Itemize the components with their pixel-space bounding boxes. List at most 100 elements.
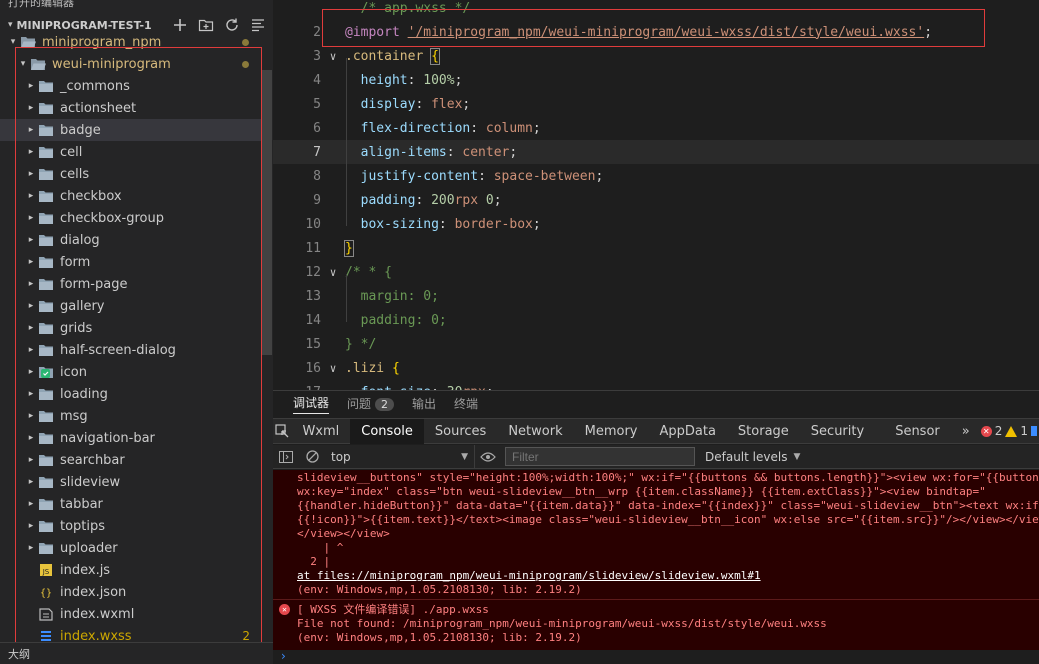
code-editor[interactable]: /* app.wxss */ 2 @import '/miniprogram_npm… (273, 0, 1039, 390)
code-line: /* app.wxss */ (273, 0, 1039, 20)
console-error-line: wx:key="index" class="btn weui-slideview… (297, 485, 986, 498)
console-toolbar: top ▼ Default levels ▼ (273, 444, 1039, 469)
code-token: ; (595, 168, 604, 184)
open-editors-header[interactable]: 打开的编辑器 (0, 0, 74, 10)
tree-item-label: cells (60, 166, 90, 182)
devtools-tab[interactable]: Memory (574, 419, 649, 444)
message-divider (273, 599, 1039, 600)
tree-folder-item[interactable]: ▸ checkbox-group (0, 207, 262, 229)
tree-folder-item[interactable]: ▸ _commons (0, 75, 262, 97)
devtools-tab[interactable]: Security (800, 419, 875, 444)
code-token: rpx (454, 192, 486, 208)
tree-folder-item[interactable]: ▸ gallery (0, 295, 262, 317)
chevron-right-icon: ▸ (28, 345, 34, 355)
console-error-line: (env: Windows,mp,1.05.2108130; lib: 2.19… (297, 583, 582, 596)
clear-console-icon[interactable] (299, 450, 325, 463)
code-line: 3 ∨ .container { (273, 44, 1039, 68)
panel-tab[interactable]: 终端 (454, 395, 478, 412)
explorer-scrollbar[interactable] (262, 70, 272, 355)
devtools-tab[interactable]: Storage (727, 419, 800, 444)
devtools-tab[interactable]: Sources (424, 419, 497, 444)
chevron-right-icon: ▸ (28, 301, 34, 311)
code-line: 7 align-items: center; (273, 140, 1039, 164)
tree-item-label: _commons (60, 78, 130, 94)
panel-tab[interactable]: 输出 (412, 395, 436, 412)
tree-folder-item[interactable]: ▸ icon (0, 361, 262, 383)
devtools-tab[interactable]: Wxml (291, 419, 350, 444)
tree-folder-item[interactable]: ▸ navigation-bar (0, 427, 262, 449)
fold-chevron-icon[interactable]: ∨ (321, 50, 345, 63)
console-filter-input[interactable] (505, 447, 695, 466)
context-select[interactable]: top ▼ (325, 444, 475, 469)
tree-folder-item[interactable]: ▸ msg (0, 405, 262, 427)
sidebar-toggle-icon[interactable] (273, 450, 299, 463)
code-token: } */ (345, 336, 377, 352)
chevron-right-icon: ▸ (28, 543, 34, 553)
caret-down-icon: ▼ (461, 451, 468, 462)
tree-folder-item[interactable]: ▸ slideview (0, 471, 262, 493)
line-number: 5 (313, 96, 321, 112)
tree-folder-item[interactable]: ▸ form-page (0, 273, 262, 295)
issue-counters[interactable]: ✕ 2 1 (980, 424, 1039, 438)
bottom-panel: 调试器 问题 2 输出 终端 Wxml Console Sources Network Memo… (273, 390, 1039, 664)
console-prompt[interactable]: › (273, 650, 1039, 664)
tree-folder-item[interactable]: ▸ toptips (0, 515, 262, 537)
tree-folder-item[interactable]: ▸ cell (0, 141, 262, 163)
code-line: 2 @import '/miniprogram_npm/weui-miniprog… (273, 20, 1039, 44)
devtools-tab[interactable]: Console (350, 418, 424, 444)
tree-item-label: navigation-bar (60, 430, 155, 446)
console-error-line: </view></view> (297, 527, 390, 540)
tree-folder-item[interactable]: ▸ uploader (0, 537, 262, 559)
console-output[interactable]: slideview__buttons" style="height:100%;w… (273, 470, 1039, 650)
log-levels-dropdown[interactable]: Default levels ▼ (705, 450, 800, 464)
outline-header[interactable]: 大纲 (0, 642, 273, 664)
tree-folder-item[interactable]: ▸ grids (0, 317, 262, 339)
fold-chevron-icon[interactable]: ∨ (321, 266, 345, 279)
tree-folder-item[interactable]: ▸ checkbox (0, 185, 262, 207)
tree-folder-item[interactable]: ▾ weui-miniprogram (0, 53, 262, 75)
tree-folder-item[interactable]: ▸ actionsheet (0, 97, 262, 119)
chevron-right-icon: ▸ (28, 279, 34, 289)
chevron-down-icon: ▾ (10, 37, 16, 47)
tree-folder-item[interactable]: ▸ dialog (0, 229, 262, 251)
tree-file-item[interactable]: {} index.json (0, 581, 262, 603)
eye-icon[interactable] (475, 451, 501, 462)
code-token: ; (493, 192, 502, 208)
tree-item-label: miniprogram_npm (42, 34, 162, 50)
project-name: MINIPROGRAM-TEST-1 (16, 18, 152, 32)
file-explorer: 打开的编辑器 ▾ MINIPROGRAM-TEST-1 ▾ miniprogram… (0, 0, 273, 664)
code-line: 5 display: flex; (273, 92, 1039, 116)
tree-folder-item[interactable]: ▸ form (0, 251, 262, 273)
tree-folder-item[interactable]: ▸ searchbar (0, 449, 262, 471)
tree-folder-item[interactable]: ▸ tabbar (0, 493, 262, 515)
panel-tab[interactable]: 调试器 (293, 394, 330, 414)
code-line: 17 font-size: 30rpx; (273, 380, 1039, 391)
more-tabs-icon[interactable]: » (951, 419, 981, 444)
error-source-link[interactable]: at files://miniprogram_npm/weui-miniprog… (297, 569, 761, 583)
inspect-element-icon[interactable] (273, 419, 291, 444)
folder-icon (38, 409, 54, 423)
tree-file-item[interactable]: JS index.js (0, 559, 262, 581)
panel-tab[interactable]: 问题 2 (347, 395, 395, 412)
tree-folder-item[interactable]: ▸ badge (0, 119, 262, 141)
chevron-right-icon: ▸ (28, 499, 34, 509)
folder-icon (20, 35, 36, 49)
chevron-right-icon: ▸ (28, 191, 34, 201)
folder-icon (38, 387, 54, 401)
tree-folder-item[interactable]: ▸ cells (0, 163, 262, 185)
chevron-right-icon: ▸ (28, 521, 34, 531)
tree-file-item[interactable]: index.wxml (0, 603, 262, 625)
devtools-tab[interactable]: Network (497, 419, 573, 444)
code-token: padding: 0; (345, 312, 447, 328)
fold-chevron-icon[interactable]: ∨ (321, 362, 345, 375)
code-token: ; (532, 120, 541, 136)
devtools-tab[interactable]: AppData (648, 419, 726, 444)
code-token: '/miniprogram_npm/weui-miniprogram/weui-… (407, 24, 925, 40)
chevron-right-icon: ▸ (28, 367, 34, 377)
code-line: 16 ∨ .lizi { (273, 356, 1039, 380)
tree-folder-item[interactable]: ▾ miniprogram_npm (0, 31, 262, 53)
devtools-tab[interactable]: Sensor (875, 419, 951, 444)
tree-folder-item[interactable]: ▸ loading (0, 383, 262, 405)
tree-folder-item[interactable]: ▸ half-screen-dialog (0, 339, 262, 361)
modified-dot-icon (242, 60, 249, 68)
